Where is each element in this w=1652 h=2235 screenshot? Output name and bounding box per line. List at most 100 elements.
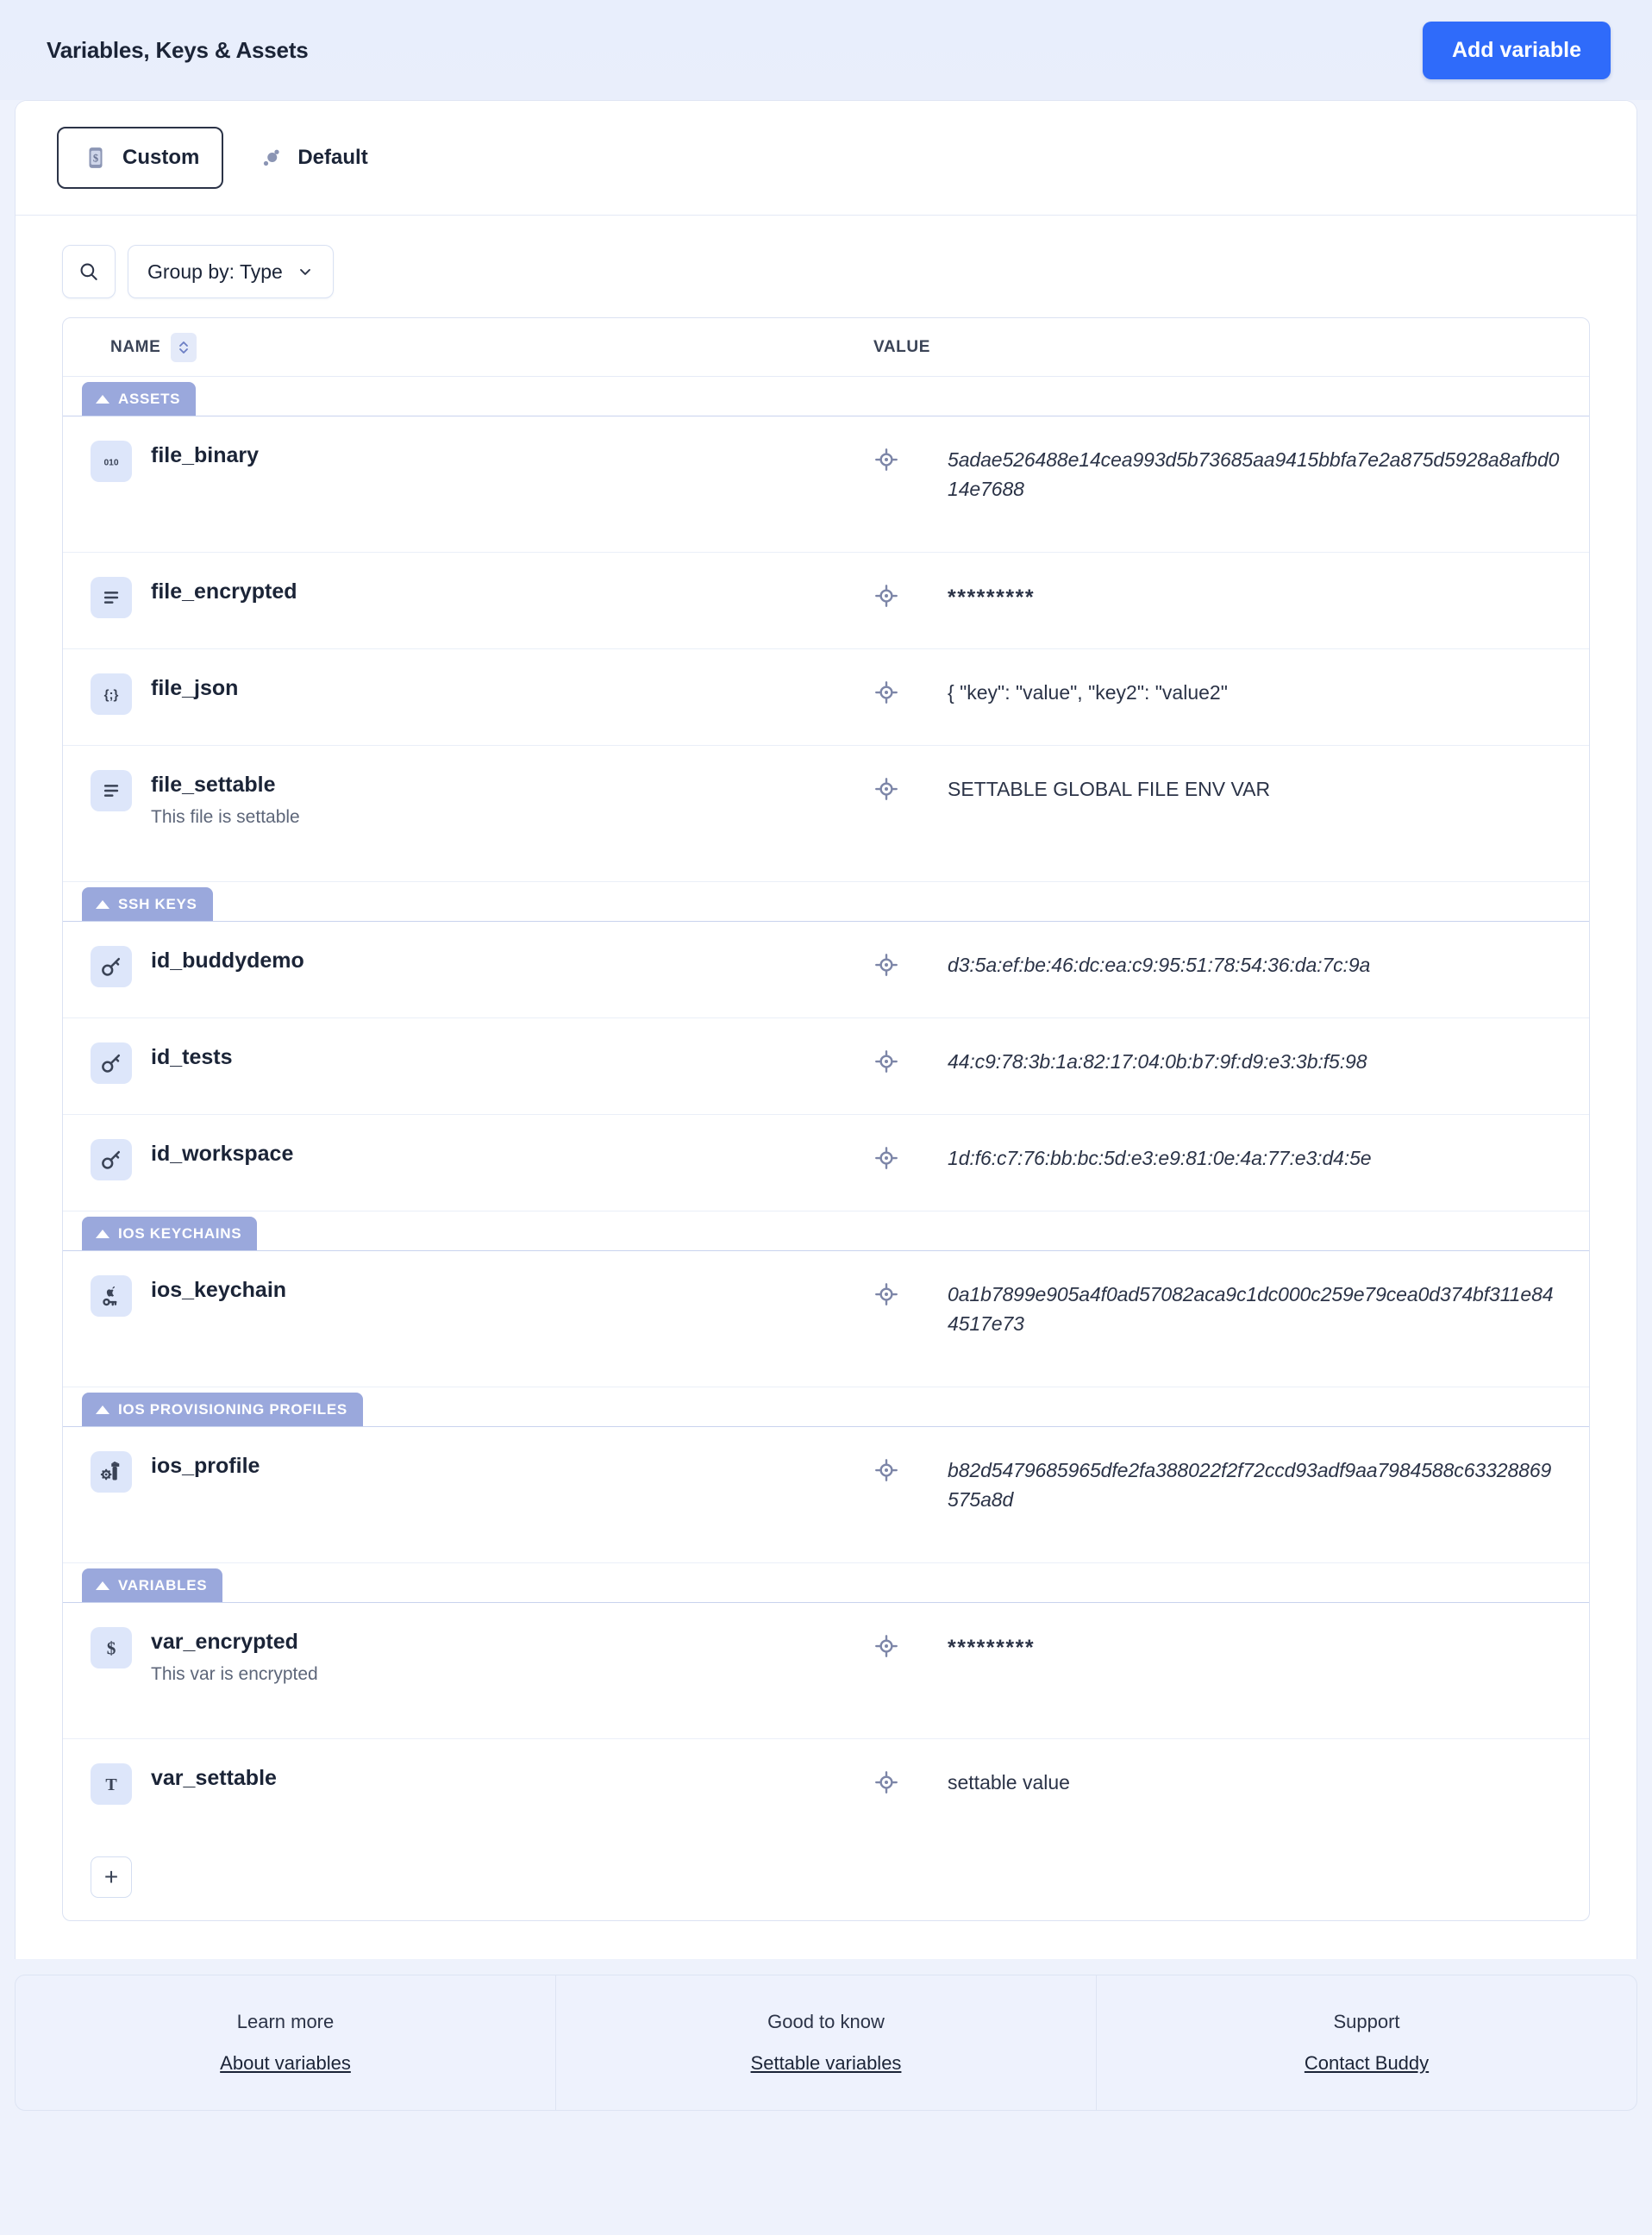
entry-name: var_settable [151, 1766, 277, 1790]
table-row[interactable]: Tvar_settable settable value [63, 1739, 1589, 1836]
group-toggle-ios-keychains[interactable]: IOS KEYCHAINS [82, 1217, 258, 1250]
crosshair-icon[interactable] [873, 776, 899, 802]
entry-value: 1d:f6:c7:76:bb:bc:5d:e3:e9:81:0e:4a:77:e… [948, 1147, 1372, 1169]
svg-text:T: T [105, 1775, 117, 1794]
cell-name: ios_profile [91, 1451, 873, 1493]
column-header-name-label: NAME [110, 337, 161, 356]
entry-value: SETTABLE GLOBAL FILE ENV VAR [948, 778, 1271, 800]
group-toggle-assets[interactable]: ASSETS [82, 382, 197, 416]
entry-value: ********* [948, 585, 1036, 610]
group-by-button[interactable]: Group by: Type [128, 245, 334, 298]
group-by-label: Group by: Type [147, 260, 283, 283]
table-row[interactable]: ios_profile b82d5479685965dfe2fa388022f2f… [63, 1427, 1589, 1563]
settable-variables-link[interactable]: Settable variables [751, 2052, 902, 2075]
entry-value: 44:c9:78:3b:1a:82:17:04:0b:b7:9f:d9:e3:3… [948, 1050, 1367, 1073]
caret-up-icon [96, 1581, 110, 1590]
ssh-key-icon [91, 1139, 132, 1180]
table-header-row: NAME VALUE [63, 318, 1589, 377]
table-toolbar: Group by: Type [16, 216, 1636, 317]
group-toggle-ios-provisioning-profiles[interactable]: IOS PROVISIONING PROFILES [82, 1393, 363, 1426]
cell-name: id_tests [91, 1042, 873, 1084]
caret-up-icon [96, 900, 110, 909]
name-block: id_workspace [151, 1141, 293, 1165]
contact-buddy-link[interactable]: Contact Buddy [1305, 2052, 1429, 2075]
name-block: file_encrypted [151, 579, 297, 603]
caret-up-icon [96, 395, 110, 404]
table-row[interactable]: id_buddydemo d3:5a:ef:be:46:dc:ea:c9:95:5… [63, 922, 1589, 1018]
entry-value: 0a1b7899e905a4f0ad57082aca9c1dc000c259e7… [948, 1283, 1554, 1335]
tab-default[interactable]: Default [232, 127, 391, 189]
group-label: ASSETS [118, 391, 181, 407]
cell-target [873, 1277, 948, 1307]
entry-value: b82d5479685965dfe2fa388022f2f72ccd93adf9… [948, 1459, 1552, 1511]
ssh-key-icon [91, 946, 132, 987]
footer-label: Good to know [767, 2011, 885, 2032]
about-variables-link[interactable]: About variables [220, 2052, 351, 2075]
ios-profile-icon [91, 1451, 132, 1493]
entry-name: id_tests [151, 1045, 233, 1069]
entry-name: file_binary [151, 443, 260, 467]
svg-text:{;}: {;} [104, 688, 119, 703]
entry-name: var_encrypted [151, 1630, 298, 1654]
tab-custom[interactable]: $ Custom [57, 127, 224, 189]
svg-text:$: $ [93, 152, 98, 164]
add-entry-button[interactable]: + [91, 1856, 132, 1898]
tab-default-label: Default [297, 146, 368, 169]
name-block: var_encrypted This var is encrypted [151, 1629, 318, 1684]
crosshair-icon[interactable] [873, 1049, 899, 1074]
name-block: ios_keychain [151, 1277, 286, 1301]
text-variable-icon: T [91, 1763, 132, 1805]
crosshair-icon[interactable] [873, 1633, 899, 1659]
caret-up-icon [96, 1230, 110, 1238]
json-file-icon: {;} [91, 673, 132, 715]
svg-text:$: $ [107, 1638, 116, 1659]
crosshair-icon[interactable] [873, 679, 899, 705]
name-block: file_binary [151, 442, 259, 466]
group-label: VARIABLES [118, 1577, 208, 1593]
entry-value: d3:5a:ef:be:46:dc:ea:c9:95:51:78:54:36:d… [948, 954, 1371, 976]
group-header-row: IOS PROVISIONING PROFILES [63, 1387, 1589, 1427]
group-header-row: SSH KEYS [63, 882, 1589, 922]
group-toggle-variables[interactable]: VARIABLES [82, 1568, 223, 1602]
table-row[interactable]: id_tests 44:c9:78:3b:1a:82:17:04:0b:b7:9f… [63, 1018, 1589, 1115]
cell-name: $ var_encrypted This var is encrypted [91, 1627, 873, 1684]
name-block: id_buddydemo [151, 948, 304, 972]
crosshair-icon[interactable] [873, 1769, 899, 1795]
entry-name: file_encrypted [151, 579, 297, 604]
table-groups: ASSETS 010 file_binary 5adae526488e14cea993… [63, 377, 1589, 1836]
table-row[interactable]: {;} file_json { "key": "value", "key2": "v… [63, 649, 1589, 746]
add-variable-button[interactable]: Add variable [1422, 21, 1611, 79]
cell-target [873, 579, 948, 609]
footer-column-support: Support Contact Buddy [1097, 1975, 1636, 2110]
crosshair-icon[interactable] [873, 1457, 899, 1483]
name-block: ios_profile [151, 1453, 260, 1477]
table-row[interactable]: 010 file_binary 5adae526488e14cea993d5b736… [63, 416, 1589, 553]
crosshair-icon[interactable] [873, 1145, 899, 1171]
group-header-row: VARIABLES [63, 1563, 1589, 1603]
table-row[interactable]: id_workspace 1d:f6:c7:76:bb:bc:5d:e3:e9:8… [63, 1115, 1589, 1211]
cell-target [873, 1765, 948, 1795]
custom-variable-icon: $ [81, 143, 110, 172]
crosshair-icon[interactable] [873, 1281, 899, 1307]
caret-up-icon [96, 1405, 110, 1414]
entry-description: This var is encrypted [151, 1664, 318, 1684]
crosshair-icon[interactable] [873, 447, 899, 473]
ssh-key-icon [91, 1042, 132, 1084]
table-row[interactable]: $ var_encrypted This var is encrypted *****… [63, 1603, 1589, 1739]
column-header-value: VALUE [873, 337, 930, 356]
table-row[interactable]: file_encrypted ********* [63, 553, 1589, 649]
table-row[interactable]: file_settable This file is settable SETTAB… [63, 746, 1589, 882]
group-toggle-ssh-keys[interactable]: SSH KEYS [82, 887, 213, 921]
cell-name: {;} file_json [91, 673, 873, 715]
svg-text:010: 010 [103, 459, 118, 468]
table-row[interactable]: ios_keychain 0a1b7899e905a4f0ad57082aca9c… [63, 1251, 1589, 1387]
search-button[interactable] [62, 245, 116, 298]
name-block: file_settable This file is settable [151, 772, 300, 827]
footer-column-learn-more: Learn more About variables [16, 1975, 556, 2110]
crosshair-icon[interactable] [873, 583, 899, 609]
sort-updown-icon[interactable] [171, 332, 197, 362]
cell-name: file_encrypted [91, 577, 873, 618]
entry-value: 5adae526488e14cea993d5b73685aa9415bbfa7e… [948, 448, 1560, 500]
cell-target [873, 772, 948, 802]
crosshair-icon[interactable] [873, 952, 899, 978]
